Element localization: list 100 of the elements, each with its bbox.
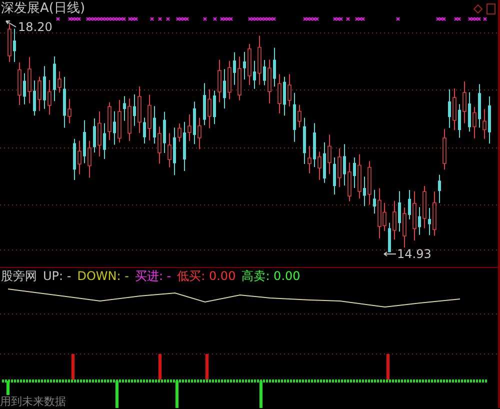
candlestick [353, 157, 356, 189]
candlestick [83, 120, 86, 164]
candlestick [388, 222, 391, 252]
candlestick [462, 80, 466, 124]
candlestick [253, 60, 256, 90]
indicator-value: UP: - [43, 268, 72, 284]
indicator-value: 买进: - [134, 268, 172, 284]
candlestick [153, 106, 156, 144]
candlestick [28, 56, 32, 104]
candlestick [163, 111, 166, 154]
candlestick [168, 132, 172, 168]
indicator-value: 低买: 0.00 [177, 268, 236, 284]
candlestick [468, 92, 471, 132]
candlestick [18, 62, 22, 106]
candlestick [278, 74, 282, 114]
candlestick [213, 90, 216, 125]
candlestick [368, 160, 372, 206]
candlestick [358, 154, 362, 199]
candlestick [402, 207, 406, 248]
candlestick [38, 76, 42, 112]
indicator-value: 高卖: 0.00 [242, 268, 300, 284]
panel-icon[interactable] [487, 4, 495, 14]
candlestick [58, 70, 62, 94]
candlestick [93, 118, 96, 153]
candlestick [343, 144, 346, 186]
candlestick [133, 94, 136, 126]
candlestick [238, 56, 242, 101]
candlestick [78, 140, 82, 175]
candlestick [283, 76, 286, 116]
candlestick [98, 110, 102, 157]
candlestick [398, 190, 401, 232]
candlestick [328, 134, 332, 175]
candlestick [333, 157, 336, 195]
candlestick [408, 190, 411, 220]
candlestick [208, 88, 212, 129]
price-label: 14.93 [397, 247, 432, 261]
candlestick [308, 146, 312, 174]
candlestick [8, 24, 12, 62]
candlestick [488, 96, 491, 144]
candlestick [118, 99, 122, 144]
candlestick [218, 59, 222, 103]
candlestick [13, 28, 16, 63]
candlestick [298, 104, 302, 128]
candlestick [63, 76, 66, 128]
candlestick [223, 68, 226, 109]
candlestick [158, 126, 162, 164]
candlestick [233, 52, 236, 86]
candlestick [128, 98, 132, 142]
candlestick [268, 59, 272, 104]
candlestick [338, 148, 342, 188]
candlestick [428, 207, 431, 236]
candlestick [148, 94, 152, 141]
candlestick [263, 60, 266, 86]
candlestick [248, 43, 252, 86]
candlestick [183, 121, 186, 172]
candlestick [273, 47, 276, 88]
candlestick [418, 206, 421, 236]
candlestick [318, 151, 322, 180]
candlestick [138, 86, 142, 134]
candlestick [313, 122, 316, 168]
candlestick [422, 186, 426, 229]
candlestick [363, 176, 366, 207]
diamond-icon[interactable] [474, 5, 482, 13]
candlestick [472, 106, 476, 139]
indicator-name: 股旁网 [1, 268, 37, 284]
candlestick [478, 84, 481, 128]
candlestick [392, 200, 396, 240]
chart-title: 深发展A(日线) [1, 0, 86, 18]
price-label: 18.20 [18, 20, 52, 34]
candlestick [143, 117, 146, 144]
candlestick [188, 114, 192, 142]
candlestick [243, 51, 246, 80]
candlestick [323, 142, 326, 184]
candlestick [288, 74, 292, 108]
footer-note: 用到未来数据 [0, 395, 66, 408]
candlestick [173, 127, 176, 176]
candlestick [293, 92, 296, 142]
candlestick [193, 101, 196, 145]
leader-line [6, 20, 16, 28]
candlestick [68, 98, 72, 124]
candlestick [442, 128, 446, 170]
candlestick [48, 80, 52, 116]
candlestick [23, 72, 26, 105]
candlestick [88, 140, 92, 178]
candlestick [108, 102, 112, 141]
candlestick [438, 174, 441, 204]
candlestick [303, 117, 306, 165]
candlestick [448, 88, 451, 128]
candlestick [228, 60, 232, 100]
candlestick [53, 56, 56, 102]
candlestick [203, 82, 206, 126]
candlestick [452, 88, 456, 131]
candlestick [178, 123, 182, 142]
candlestick [43, 66, 46, 110]
leader-line [384, 252, 396, 256]
candlestick [113, 110, 116, 146]
candlestick [33, 80, 36, 116]
candlestick [198, 117, 202, 150]
candlestick [432, 191, 436, 236]
candlestick [482, 108, 486, 140]
